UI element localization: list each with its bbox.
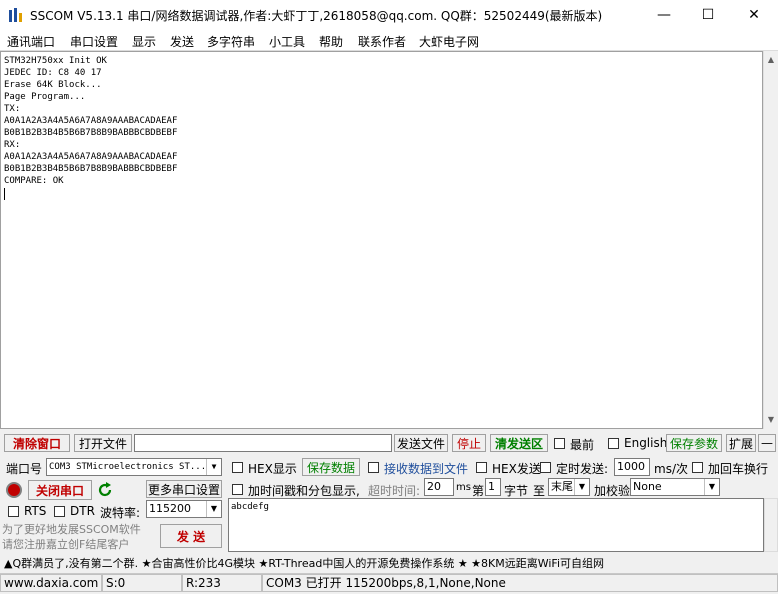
receive-scrollbar[interactable]: ▲ ▼ — [763, 51, 778, 429]
file-path-input[interactable] — [134, 434, 392, 452]
topmost-label: 最前 — [570, 438, 595, 452]
refresh-icon[interactable] — [96, 481, 114, 499]
receive-line: Page Program... — [4, 92, 86, 102]
send-file-button[interactable]: 发送文件 — [394, 434, 448, 452]
collapse-button[interactable]: — — [758, 434, 776, 452]
baud-rate-label: 波特率: — [100, 506, 141, 520]
hex-display-checkbox[interactable] — [232, 462, 243, 473]
status-website[interactable]: www.daxia.com — [0, 574, 102, 592]
menu-send[interactable]: 发送 — [170, 33, 194, 50]
send-scrollbar[interactable] — [764, 498, 778, 552]
add-crlf-label: 加回车换行 — [708, 462, 769, 476]
interval-input[interactable]: 1000 — [614, 458, 650, 476]
menu-contact-author[interactable]: 联系作者 — [358, 33, 406, 50]
receive-line: TX: — [4, 104, 21, 114]
to-label: 至 — [533, 484, 546, 498]
scroll-up-arrow-icon[interactable]: ▲ — [764, 53, 778, 67]
menu-display[interactable]: 显示 — [132, 33, 156, 50]
dtr-label: DTR — [70, 504, 95, 518]
menu-port-settings[interactable]: 串口设置 — [70, 33, 118, 50]
scroll-down-arrow-icon[interactable]: ▼ — [764, 413, 778, 427]
timestamp-label: 加时间戳和分包显示, — [248, 484, 360, 498]
stop-button[interactable]: 停止 — [452, 434, 486, 452]
baud-rate-select[interactable]: 115200 ▼ — [146, 500, 222, 518]
checksum-select[interactable]: None ▼ — [630, 478, 720, 496]
save-params-button[interactable]: 保存参数 — [666, 434, 722, 452]
interval-unit: ms/次 — [654, 462, 688, 476]
receive-area[interactable]: STM32H750xx Init OK JEDEC ID: C8 40 17 E… — [0, 51, 763, 429]
receive-line: JEDEC ID: C8 40 17 — [4, 68, 102, 78]
receive-line: COMPARE: OK — [4, 176, 64, 186]
end-select[interactable]: 末尾 ▼ — [548, 478, 590, 496]
baud-rate-value: 115200 — [149, 502, 191, 515]
add-crlf-checkbox[interactable] — [692, 462, 703, 473]
timed-send-label: 定时发送: — [556, 462, 609, 476]
ad-ticker[interactable]: ▲Q群满员了,没有第二个群. ★合宙高性价比4G模块 ★RT-Thread中国人… — [4, 555, 604, 571]
start-byte-input[interactable]: 1 — [485, 478, 501, 496]
send-text-area[interactable]: abcdefg — [228, 498, 764, 552]
rts-label: RTS — [24, 504, 47, 518]
receive-line: RX: — [4, 140, 21, 150]
clear-send-area-button[interactable]: 清发送区 — [490, 434, 548, 452]
hex-display-label: HEX显示 — [248, 462, 297, 476]
chevron-down-icon: ▼ — [206, 459, 221, 475]
port-number-label: 端口号 — [6, 462, 43, 476]
minimize-button[interactable]: — — [642, 0, 686, 30]
receive-line: STM32H750xx Init OK — [4, 56, 107, 66]
sscom-app-icon — [9, 8, 22, 22]
receive-line: Erase 64K Block... — [4, 80, 102, 90]
chevron-down-icon: ▼ — [206, 501, 221, 517]
receive-line: A0A1A2A3A4A5A6A7A8A9AAABACADAEAF — [4, 152, 178, 162]
receive-line: A0A1A2A3A4A5A6A7A8A9AAABACADAEAF — [4, 116, 178, 126]
end-select-value: 末尾 — [551, 480, 573, 493]
nth-label: 第 — [472, 484, 485, 498]
receive-line: B0B1B2B3B4B5B6B7B8B9BABBBCBDBEBF — [4, 164, 178, 174]
window-title: SSCOM V5.13.1 串口/网络数据调试器,作者:大虾丁丁,2618058… — [30, 9, 603, 23]
menu-comm-port[interactable]: 通讯端口 — [7, 33, 55, 50]
maximize-button[interactable]: ☐ — [686, 0, 730, 30]
port-select-value: COM3 STMicroelectronics ST... — [49, 462, 207, 472]
chevron-down-icon: ▼ — [704, 479, 719, 495]
hex-send-checkbox[interactable] — [476, 462, 487, 473]
promo-line-1[interactable]: 为了更好地发展SSCOM软件 — [2, 521, 141, 537]
timeout-unit: ms — [456, 482, 471, 493]
expand-button[interactable]: 扩展 — [726, 434, 756, 452]
send-button[interactable]: 发 送 — [160, 524, 222, 548]
recv-to-file-label: 接收数据到文件 — [384, 462, 469, 476]
timeout-input[interactable]: 20 — [424, 478, 454, 496]
menu-multi-string[interactable]: 多字符串 — [207, 33, 255, 50]
text-caret — [4, 188, 5, 200]
timestamp-checkbox[interactable] — [232, 484, 243, 495]
clear-window-button[interactable]: 清除窗口 — [4, 434, 70, 452]
rts-checkbox[interactable] — [8, 506, 19, 517]
status-sent-count: S:0 — [102, 574, 182, 592]
english-checkbox[interactable] — [608, 438, 619, 449]
timeout-label: 超时时间: — [368, 484, 421, 498]
hex-send-label: HEX发送 — [492, 462, 541, 476]
menu-help[interactable]: 帮助 — [319, 33, 343, 50]
recv-to-file-checkbox[interactable] — [368, 462, 379, 473]
topmost-checkbox[interactable] — [554, 438, 565, 449]
open-file-button[interactable]: 打开文件 — [74, 434, 132, 452]
timed-send-checkbox[interactable] — [540, 462, 551, 473]
checksum-label: 加校验 — [594, 484, 631, 498]
status-received-count: R:233 — [182, 574, 262, 592]
dtr-checkbox[interactable] — [54, 506, 65, 517]
checksum-select-value: None — [633, 480, 662, 493]
english-label: English — [624, 436, 668, 450]
close-button[interactable]: ✕ — [732, 0, 776, 30]
close-port-button[interactable]: 关闭串口 — [28, 480, 92, 500]
menu-tools[interactable]: 小工具 — [269, 33, 305, 50]
status-port-info: COM3 已打开 115200bps,8,1,None,None — [262, 574, 778, 592]
save-data-button[interactable]: 保存数据 — [302, 458, 360, 476]
promo-line-2[interactable]: 请您注册嘉立创F结尾客户 — [2, 536, 129, 552]
more-port-settings-button[interactable]: 更多串口设置 — [146, 480, 222, 498]
port-status-led-icon — [6, 482, 22, 498]
port-select[interactable]: COM3 STMicroelectronics ST... ▼ — [46, 458, 222, 476]
menu-daxia-website[interactable]: 大虾电子网 — [419, 33, 479, 50]
chevron-down-icon: ▼ — [574, 479, 589, 495]
receive-line: B0B1B2B3B4B5B6B7B8B9BABBBCBDBEBF — [4, 128, 178, 138]
byte-label: 字节 — [504, 484, 529, 498]
